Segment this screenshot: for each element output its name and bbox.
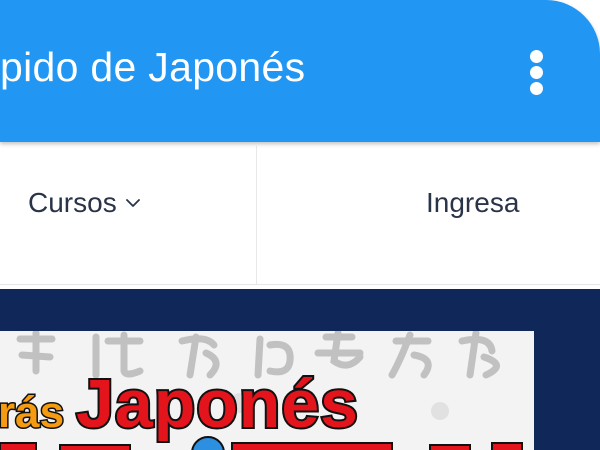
banner-bottom-text-fragment bbox=[0, 436, 523, 450]
cursos-dropdown[interactable]: Cursos bbox=[28, 187, 141, 219]
cursos-label: Cursos bbox=[28, 187, 117, 218]
chevron-down-icon bbox=[125, 199, 140, 207]
more-vert-icon-dot bbox=[530, 66, 543, 79]
app-viewport: pido de Japonés Cursos Ingresa rás Japon… bbox=[0, 0, 600, 450]
ingresa-link[interactable]: Ingresa bbox=[426, 187, 519, 219]
more-vert-icon-dot bbox=[530, 82, 543, 95]
app-bar: pido de Japonés bbox=[0, 0, 600, 142]
nav-bar: Cursos Ingresa bbox=[0, 142, 600, 285]
course-banner[interactable]: rás Japonés bbox=[0, 331, 534, 450]
banner-text-small: rás bbox=[0, 387, 66, 439]
ingresa-label: Ingresa bbox=[426, 187, 520, 218]
banner-text-big: Japonés bbox=[74, 364, 360, 444]
banner-headline: rás Japonés bbox=[0, 364, 360, 444]
more-menu-button[interactable] bbox=[518, 44, 556, 102]
more-vert-icon bbox=[530, 50, 543, 63]
nav-divider bbox=[256, 146, 257, 284]
app-title: pido de Japonés bbox=[0, 44, 306, 90]
